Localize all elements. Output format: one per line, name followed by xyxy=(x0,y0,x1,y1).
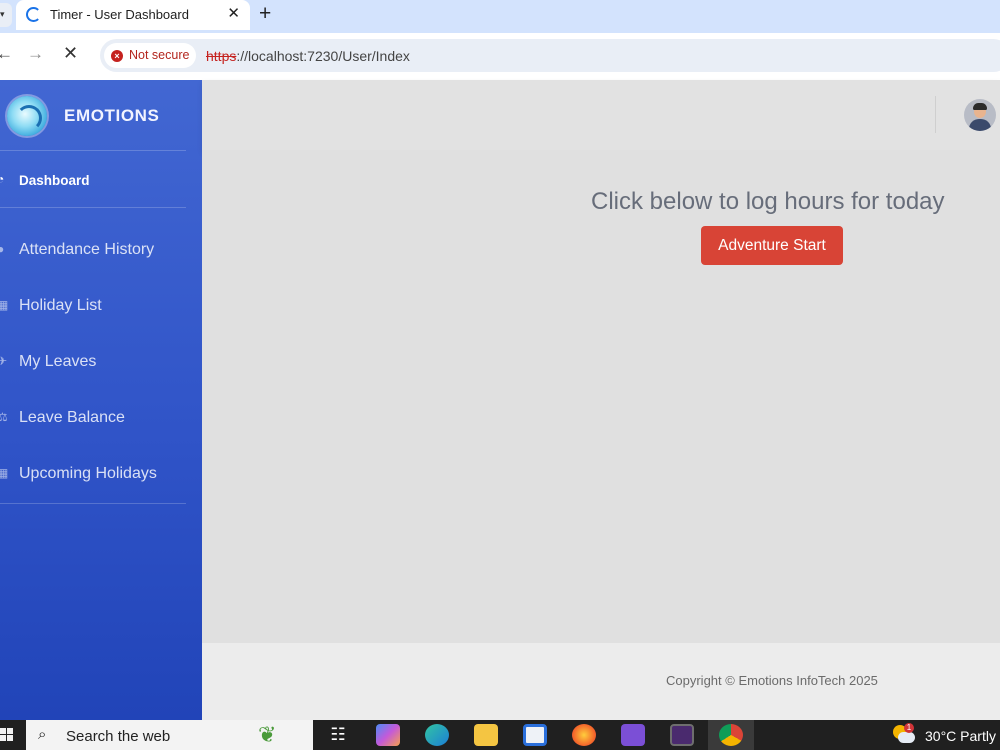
browser-tab[interactable]: Timer - User Dashboard ✕ xyxy=(16,0,250,30)
search-placeholder: Search the web xyxy=(66,728,171,745)
scale-icon: ⚖ xyxy=(0,410,8,424)
sidebar-item-label: Holiday List xyxy=(19,297,102,314)
footer: Copyright © Emotions InfoTech 2025 xyxy=(202,643,1000,720)
globe-logo-icon xyxy=(7,96,47,136)
visual-studio-icon[interactable] xyxy=(621,724,645,746)
task-view-icon[interactable]: ☷ xyxy=(326,724,350,746)
file-explorer-icon[interactable] xyxy=(474,724,498,746)
notification-badge: 1 xyxy=(904,723,914,733)
avatar-body xyxy=(969,119,991,131)
sidebar: EMOTIONS ◔ Dashboard ● Attendance Histor… xyxy=(0,80,202,720)
sidebar-item-dashboard[interactable]: ◔ Dashboard xyxy=(0,167,200,195)
chrome-icon xyxy=(719,724,743,746)
url-scheme: https xyxy=(206,48,237,64)
terminal-icon[interactable] xyxy=(670,724,694,746)
weather-text[interactable]: 30°C Partly xyxy=(925,728,996,744)
log-hours-prompt: Click below to log hours for today xyxy=(591,188,945,215)
browser-toolbar: ← → ✕ × Not secure https://localhost:723… xyxy=(0,33,1000,80)
edge-browser-icon[interactable] xyxy=(425,724,449,746)
security-label: Not secure xyxy=(129,48,190,62)
sidebar-item-label: My Leaves xyxy=(19,353,97,370)
topbar-divider xyxy=(935,96,936,133)
stop-loading-icon[interactable]: ✕ xyxy=(63,43,78,64)
sidebar-divider xyxy=(0,503,186,504)
firefox-icon[interactable] xyxy=(572,724,596,746)
previous-tab[interactable]: ▾ xyxy=(0,3,12,27)
sidebar-divider xyxy=(0,150,186,151)
address-bar[interactable]: × Not secure https://localhost:7230/User… xyxy=(100,39,1000,72)
avatar-hair xyxy=(973,103,987,110)
back-arrow-icon[interactable]: ← xyxy=(0,44,13,64)
weather-temperature: 30°C xyxy=(925,728,957,744)
weather-icon[interactable]: 1 xyxy=(893,723,915,745)
main-content: Click below to log hours for today Adven… xyxy=(202,150,1000,643)
sidebar-item-label: Attendance History xyxy=(19,241,155,258)
microsoft-store-icon[interactable] xyxy=(523,724,547,746)
warning-icon: × xyxy=(111,50,123,62)
search-icon: ⌕ xyxy=(38,726,47,743)
windows-start-icon[interactable] xyxy=(0,728,14,742)
adventure-start-button[interactable]: Adventure Start xyxy=(701,226,843,265)
brand-name: EMOTIONS xyxy=(64,106,160,125)
taskbar: ⌕ Search the web ❦ ☷ 1 30°C Partly xyxy=(0,720,1000,750)
gauge-icon: ◔ xyxy=(0,172,5,186)
browser-tab-strip: ▾ Timer - User Dashboard ✕ + xyxy=(0,0,1000,33)
sidebar-item-my-leaves[interactable]: ✈ My Leaves xyxy=(0,349,200,377)
weather-description: Partly xyxy=(960,728,996,744)
sidebar-item-attendance-history[interactable]: ● Attendance History xyxy=(0,237,200,265)
plane-icon: ✈ xyxy=(0,354,8,368)
sidebar-item-upcoming-holidays[interactable]: ▦ Upcoming Holidays xyxy=(0,461,200,489)
sidebar-item-label: Upcoming Holidays xyxy=(19,465,157,482)
plant-highlight-icon: ❦ xyxy=(258,722,277,747)
sidebar-item-label: Leave Balance xyxy=(19,409,125,426)
sidebar-item-leave-balance[interactable]: ⚖ Leave Balance xyxy=(0,405,200,433)
taskbar-search-box[interactable]: ⌕ Search the web ❦ xyxy=(26,720,313,750)
sidebar-item-label: Dashboard xyxy=(19,173,90,188)
url-path: ://localhost:7230/User/Index xyxy=(236,48,410,64)
users-icon: ● xyxy=(0,242,5,256)
calendar-icon: ▦ xyxy=(0,466,9,480)
forward-arrow-icon[interactable]: → xyxy=(27,44,44,64)
chevron-down-icon: ▾ xyxy=(0,9,5,19)
tab-title: Timer - User Dashboard xyxy=(50,7,189,22)
chrome-taskbar-active[interactable] xyxy=(708,720,754,750)
calendar-icon: ▦ xyxy=(0,298,9,312)
user-avatar[interactable] xyxy=(964,99,996,131)
top-navbar xyxy=(202,80,1000,150)
cloud-icon xyxy=(898,732,915,743)
sidebar-item-holiday-list[interactable]: ▦ Holiday List xyxy=(0,293,200,321)
copilot-icon[interactable] xyxy=(376,724,400,746)
url-text[interactable]: https://localhost:7230/User/Index xyxy=(206,48,410,64)
copyright-text: Copyright © Emotions InfoTech 2025 xyxy=(666,673,878,688)
sidebar-divider xyxy=(0,207,186,208)
close-tab-icon[interactable]: ✕ xyxy=(227,5,240,23)
loading-spinner-icon xyxy=(26,7,41,22)
security-chip[interactable]: × Not secure xyxy=(104,43,196,68)
new-tab-button[interactable]: + xyxy=(259,2,271,26)
